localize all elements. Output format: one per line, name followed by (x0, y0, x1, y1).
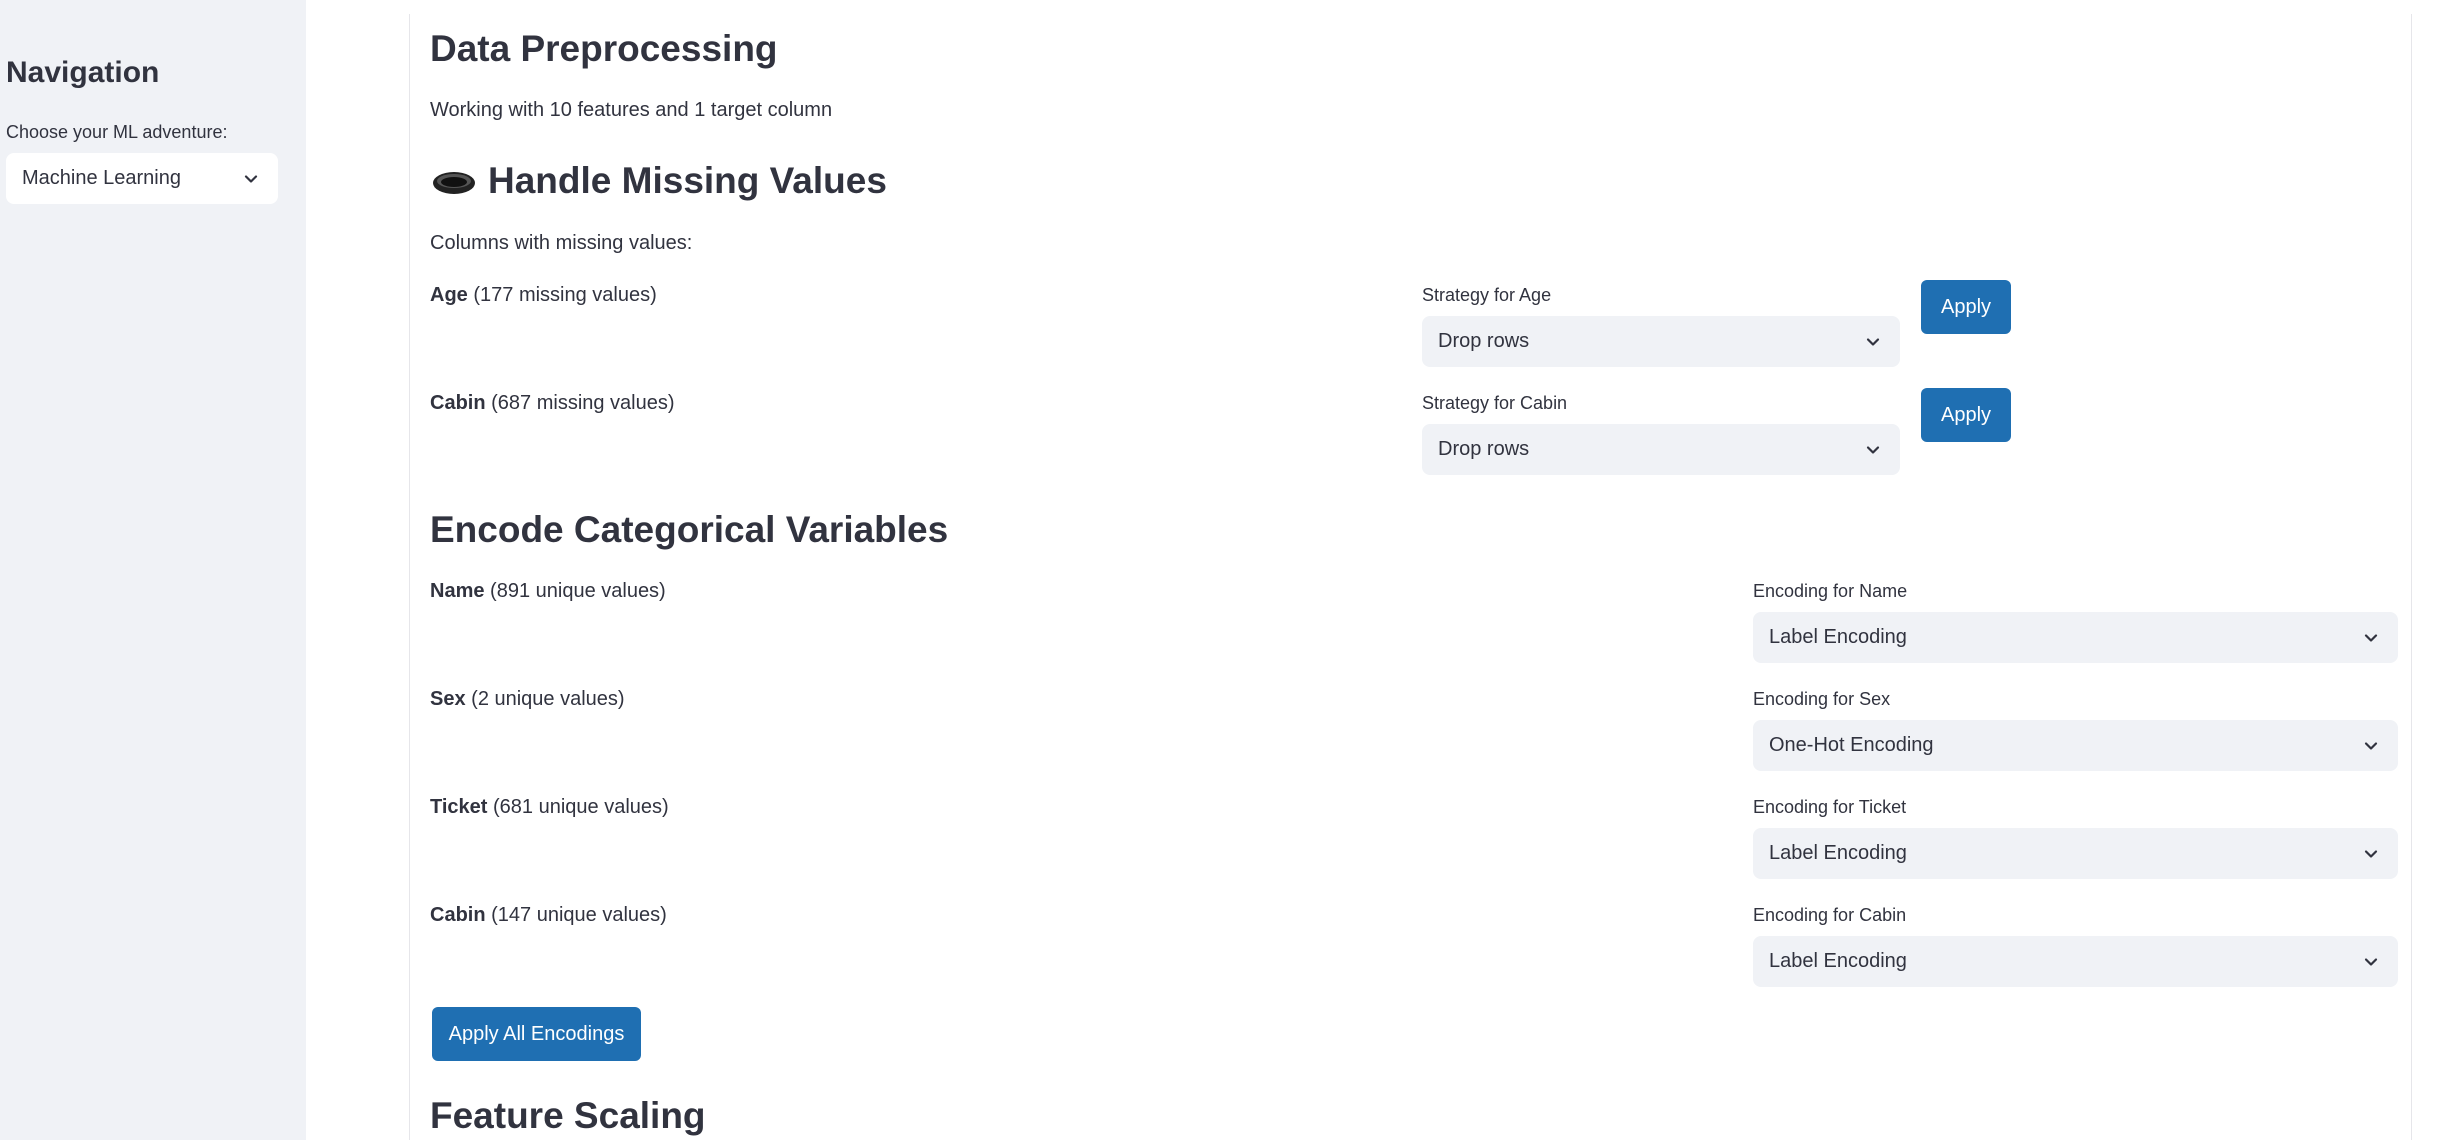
column-name: Name (430, 580, 485, 602)
strategy-cabin-label: Strategy for Cabin (1422, 393, 1568, 413)
eye-icon (432, 170, 476, 196)
column-info: (681 unique values) (493, 796, 669, 818)
chevron-down-icon (240, 168, 262, 190)
encoding-ticket-select[interactable]: Label Encoding (1753, 828, 2398, 879)
missing-values-heading: Handle Missing Values (488, 160, 887, 201)
encode-heading: Encode Categorical Variables (430, 509, 949, 550)
chevron-down-icon (2360, 627, 2382, 649)
encoding-cabin-label: Encoding for Cabin (1753, 905, 1907, 925)
column-name: Age (430, 284, 468, 306)
missing-row-age: Age (177 missing values) (430, 284, 657, 307)
strategy-age-select[interactable]: Drop rows (1422, 316, 1900, 367)
sidebar-select-label: Choose your ML adventure: (6, 122, 228, 142)
column-name: Cabin (430, 392, 486, 414)
right-divider (2411, 14, 2412, 1140)
column-info: (177 missing values) (473, 284, 657, 306)
adventure-select-value: Machine Learning (22, 167, 181, 189)
encoding-ticket-label: Encoding for Ticket (1753, 797, 1907, 817)
apply-all-encodings-button[interactable]: Apply All Encodings (432, 1007, 641, 1061)
strategy-cabin-select[interactable]: Drop rows (1422, 424, 1900, 475)
encode-row-cabin: Cabin (147 unique values) (430, 904, 667, 927)
strategy-cabin-value: Drop rows (1438, 438, 1530, 460)
page-title: Data Preprocessing (430, 28, 778, 69)
strategy-age-value: Drop rows (1438, 330, 1530, 352)
chevron-down-icon (1862, 439, 1884, 461)
sidebar: Navigation Choose your ML adventure: Mac… (0, 0, 306, 1140)
chevron-down-icon (2360, 735, 2382, 757)
encode-row-name: Name (891 unique values) (430, 580, 666, 603)
encode-row-sex: Sex (2 unique values) (430, 688, 625, 711)
encode-row-ticket: Ticket (681 unique values) (430, 796, 669, 819)
page-subtitle: Working with 10 features and 1 target co… (430, 99, 833, 121)
encoding-sex-select[interactable]: One-Hot Encoding (1753, 720, 2398, 771)
app: Navigation Choose your ML adventure: Mac… (0, 0, 2448, 1140)
column-info: (147 unique values) (491, 904, 667, 926)
column-info: (891 unique values) (490, 580, 666, 602)
main-divider (409, 14, 410, 1140)
column-info: (2 unique values) (471, 688, 625, 710)
missing-intro: Columns with missing values: (430, 232, 693, 254)
column-name: Ticket (430, 796, 488, 818)
sidebar-title: Navigation (6, 56, 160, 89)
chevron-down-icon (1862, 331, 1884, 353)
encoding-cabin-value: Label Encoding (1769, 950, 1907, 972)
column-name: Sex (430, 688, 466, 710)
adventure-select[interactable]: Machine Learning (6, 153, 278, 204)
encoding-name-label: Encoding for Name (1753, 581, 1908, 601)
encoding-name-value: Label Encoding (1769, 626, 1907, 648)
chevron-down-icon (2360, 951, 2382, 973)
encoding-sex-value: One-Hot Encoding (1769, 734, 1934, 756)
chevron-down-icon (2360, 843, 2382, 865)
apply-age-button[interactable]: Apply (1921, 280, 2011, 334)
encoding-cabin-select[interactable]: Label Encoding (1753, 936, 2398, 987)
encoding-name-select[interactable]: Label Encoding (1753, 612, 2398, 663)
column-info: (687 missing values) (491, 392, 675, 414)
strategy-age-label: Strategy for Age (1422, 285, 1552, 305)
apply-cabin-button[interactable]: Apply (1921, 388, 2011, 442)
column-name: Cabin (430, 904, 486, 926)
encoding-ticket-value: Label Encoding (1769, 842, 1907, 864)
encoding-sex-label: Encoding for Sex (1753, 689, 1891, 709)
feature-scaling-heading: Feature Scaling (430, 1095, 706, 1136)
missing-row-cabin: Cabin (687 missing values) (430, 392, 675, 415)
